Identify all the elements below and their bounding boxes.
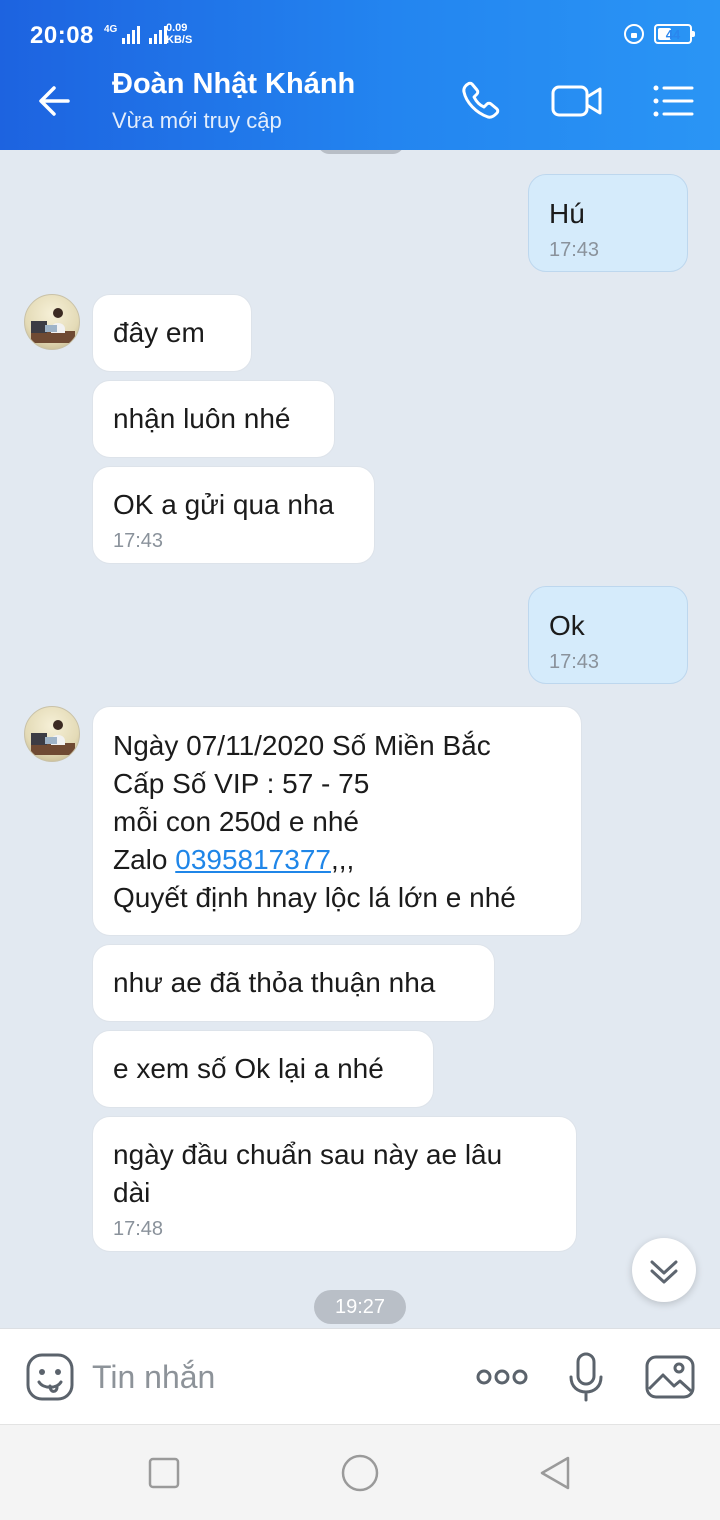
timestamp-pill-partial <box>318 150 404 154</box>
message-text: ,,, <box>330 844 355 875</box>
double-chevron-down-icon <box>650 1260 678 1284</box>
chat-area[interactable]: Hú 17:43 đây em nhận luôn nhé OK a gửi q… <box>0 150 720 1328</box>
video-call-icon[interactable] <box>550 76 604 126</box>
message-text: Hú <box>549 198 585 229</box>
message-text: nhận luôn nhé <box>113 403 291 434</box>
contact-status: Vừa mới truy cập <box>112 108 282 133</box>
signal-bars-icon <box>122 24 141 44</box>
rotation-lock-icon <box>624 24 644 44</box>
scroll-to-bottom-button[interactable] <box>632 1238 696 1302</box>
message-text: Ok <box>549 610 585 641</box>
contact-avatar[interactable] <box>24 294 80 350</box>
back-arrow-icon[interactable] <box>32 78 78 124</box>
message-text: như ae đã thỏa thuận nha <box>113 967 436 998</box>
battery-text: 44 <box>665 26 681 42</box>
contact-name[interactable]: Đoàn Nhật Khánh <box>112 68 355 101</box>
message-bubble-incoming[interactable]: đây em <box>92 294 252 372</box>
more-options-icon[interactable] <box>474 1351 530 1403</box>
speed-unit: KB/S <box>166 34 193 46</box>
message-bubble-incoming[interactable]: Ngày 07/11/2020 Số Miền Bắc Cấp Số VIP :… <box>92 706 582 936</box>
message-time: 17:43 <box>549 239 600 261</box>
message-bubble-incoming[interactable]: OK a gửi qua nha 17:43 <box>92 466 375 564</box>
message-input[interactable]: Tin nhắn <box>92 1359 215 1396</box>
avatar-image <box>31 720 75 755</box>
status-right: 44 <box>624 24 695 44</box>
message-line: Zalo 0395817377,,, <box>113 841 561 879</box>
back-icon[interactable] <box>536 1453 576 1493</box>
message-input-bar: Tin nhắn <box>0 1328 720 1424</box>
phone-number-link[interactable]: 0395817377 <box>175 844 331 875</box>
message-text: đây em <box>113 317 205 348</box>
message-text: OK a gửi qua nha <box>113 489 335 520</box>
message-time: 17:48 <box>113 1218 164 1240</box>
network-speed: 0.09 KB/S <box>166 22 192 46</box>
message-text: Zalo <box>113 844 176 875</box>
message-text: e xem số Ok lại a nhé <box>113 1053 384 1084</box>
avatar-image <box>31 308 75 343</box>
top-bar: 20:08 4G 0.09 KB/S 44 Đoàn Nhật Khánh Vừ… <box>0 0 720 150</box>
contact-avatar[interactable] <box>24 706 80 762</box>
message-bubble-outgoing[interactable]: Hú 17:43 <box>528 174 688 272</box>
message-line: Quyết định hnay lộc lá lớn e nhé <box>113 882 516 913</box>
system-nav-bar <box>0 1424 720 1520</box>
message-bubble-incoming[interactable]: như ae đã thỏa thuận nha <box>92 944 495 1022</box>
network-type: 4G <box>104 24 118 35</box>
message-bubble-incoming[interactable]: e xem số Ok lại a nhé <box>92 1030 434 1108</box>
menu-list-icon[interactable] <box>648 76 698 126</box>
message-line: Cấp Số VIP : 57 - 75 <box>113 768 370 799</box>
message-line: mỗi con 250d e nhé <box>113 806 359 837</box>
message-text: ngày đầu chuẩn sau này ae lâu dài <box>113 1139 503 1208</box>
battery-icon: 44 <box>654 24 695 44</box>
message-line: Ngày 07/11/2020 Số Miền Bắc <box>113 730 491 761</box>
recent-apps-icon[interactable] <box>144 1453 184 1493</box>
status-bar: 20:08 4G 0.09 KB/S 44 <box>0 0 720 52</box>
message-bubble-incoming[interactable]: nhận luôn nhé <box>92 380 335 458</box>
speed-value: 0.09 <box>166 22 188 34</box>
home-icon[interactable] <box>340 1453 380 1493</box>
chat-header: Đoàn Nhật Khánh Vừa mới truy cập <box>0 52 720 150</box>
message-bubble-incoming[interactable]: ngày đầu chuẩn sau này ae lâu dài 17:48 <box>92 1116 577 1252</box>
status-time: 20:08 <box>30 22 94 49</box>
message-bubble-outgoing[interactable]: Ok 17:43 <box>528 586 688 684</box>
image-icon[interactable] <box>644 1351 696 1403</box>
microphone-icon[interactable] <box>560 1351 612 1403</box>
phone-icon[interactable] <box>456 76 506 126</box>
signal-bars-2-icon <box>149 24 168 44</box>
message-time: 17:43 <box>549 651 600 673</box>
timestamp-pill: 19:27 <box>314 1290 406 1324</box>
message-time: 17:43 <box>113 530 164 552</box>
emoji-icon[interactable] <box>24 1351 76 1403</box>
signal-indicator: 4G <box>104 24 173 44</box>
